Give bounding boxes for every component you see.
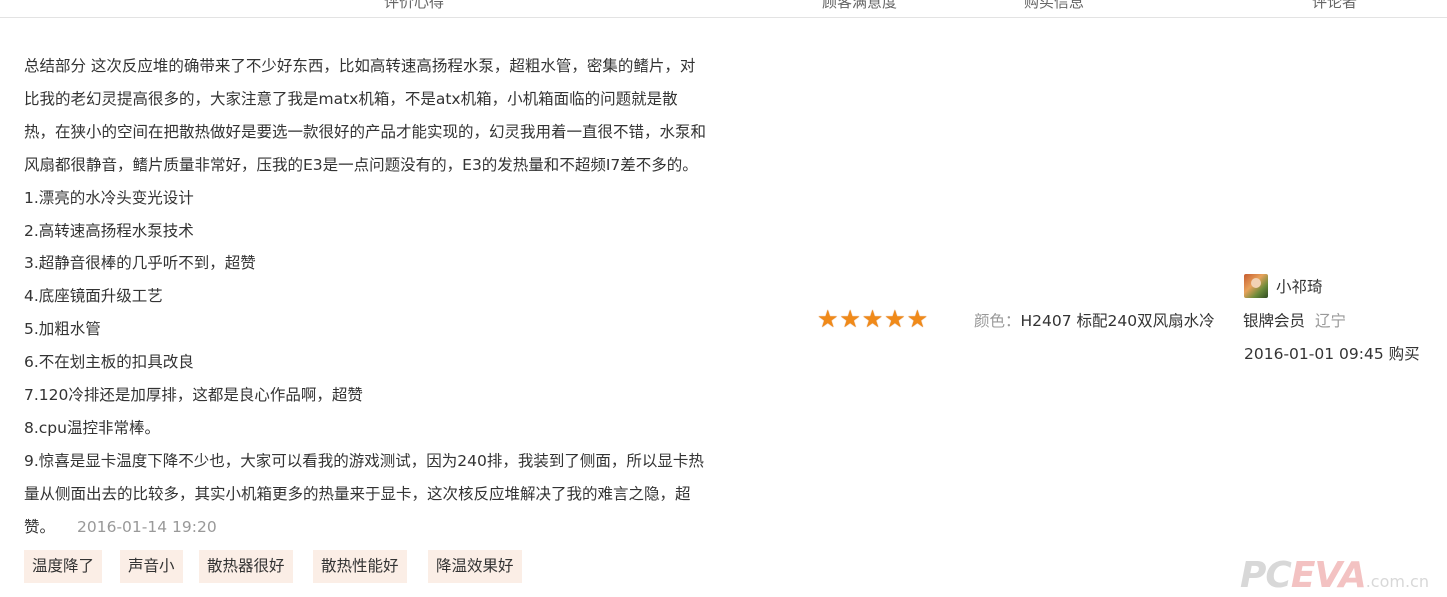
star-icon: ★: [839, 305, 861, 333]
review-date: 2016-01-14 19:20: [77, 517, 217, 536]
review-tag[interactable]: 降温效果好: [428, 550, 522, 583]
review-last-line: 赞。 2016-01-14 19:20: [24, 511, 824, 544]
member-level-badge: 银牌会员: [1243, 312, 1306, 330]
review-line: 总结部分 这次反应堆的确带来了不少好东西，比如高转速高扬程水泵，超粗水管，密集的…: [24, 57, 696, 75]
header-purchase-info: 购买信息: [1024, 0, 1085, 11]
color-label: 颜色：: [974, 312, 1021, 330]
header-satisfaction: 顾客满意度: [822, 0, 898, 11]
review-line: 量从侧面出去的比较多，其实小机箱更多的热量来于显卡，这次核反应堆解决了我的难言之…: [24, 484, 691, 503]
pceva-watermark-logo: PCEVA.com.cn: [1240, 555, 1429, 596]
review-line: 5.加粗水管: [24, 320, 101, 339]
purchase-color: 颜色：H2407 标配240双风扇水冷: [974, 309, 1215, 331]
star-icon: ★: [906, 305, 929, 333]
star-icon: ★: [884, 305, 906, 333]
reviewer-region: 辽宁: [1315, 312, 1347, 330]
review-line: 7.120冷排还是加厚排，这都是良心作品啊，超赞: [24, 386, 363, 405]
purchase-time: 2016-01-01 09:45 购买: [1244, 345, 1420, 363]
review-line-end: 赞。: [24, 517, 56, 536]
review-line: 热，在狭小的空间在把散热做好是要选一款很好的产品才能实现的，幻灵我用着一直很不错…: [24, 122, 707, 141]
review-line: 3.超静音很棒的几乎听不到，超赞: [24, 254, 256, 273]
review-tag[interactable]: 声音小: [120, 550, 183, 583]
user-avatar-icon[interactable]: [1244, 274, 1268, 298]
star-rating: ★ ★ ★ ★ ★: [817, 307, 929, 331]
review-line: 4.底座镜面升级工艺: [24, 287, 163, 306]
reviewer-name[interactable]: 小祁琦: [1276, 275, 1323, 297]
review-tag[interactable]: 温度降了: [24, 550, 103, 583]
review-line: 风扇都很静音，鳍片质量非常好，压我的E3是一点问题没有的，E3的发热量和不超频I…: [24, 155, 698, 174]
header-reviewer: 评论者: [1312, 0, 1358, 11]
color-value: H2407 标配240双风扇水冷: [1020, 312, 1215, 330]
review-line: 比我的老幻灵提高很多的，大家注意了我是matx机箱，不是atx机箱，小机箱面临的…: [24, 89, 678, 108]
star-icon: ★: [817, 305, 839, 333]
header-review-content: 评价心得: [384, 0, 445, 11]
review-line: 9.惊喜是显卡温度下降不少也，大家可以看我的游戏测试，因为240排，我装到了侧面…: [24, 451, 704, 470]
review-content: 总结部分 这次反应堆的确带来了不少好东西，比如高转速高扬程水泵，超粗水管，密集的…: [24, 50, 824, 544]
review-line: 2.高转速高扬程水泵技术: [24, 221, 194, 240]
review-line: 1.漂亮的水冷头变光设计: [24, 188, 194, 207]
review-tag[interactable]: 散热性能好: [313, 550, 407, 583]
reviewer-member-info: 银牌会员 辽宁: [1243, 309, 1346, 331]
table-header: 评价心得 顾客满意度 购买信息 评论者: [0, 0, 1447, 18]
star-icon: ★: [861, 305, 884, 333]
review-tag[interactable]: 散热器很好: [199, 550, 293, 583]
reviewer-info: 小祁琦: [1244, 274, 1323, 298]
review-line: 8.cpu温控非常棒。: [24, 418, 160, 437]
review-line: 6.不在划主板的扣具改良: [24, 353, 194, 372]
